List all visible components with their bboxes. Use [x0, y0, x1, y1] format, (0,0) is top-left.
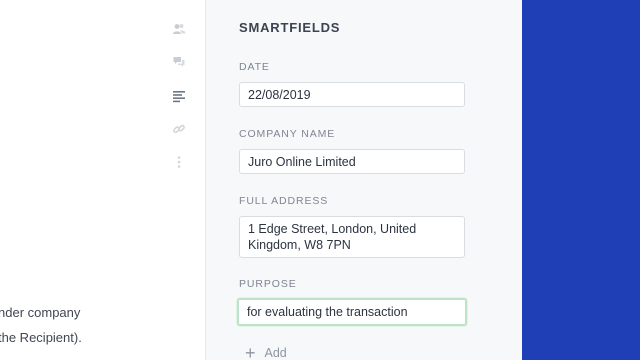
- users-icon[interactable]: [167, 17, 191, 41]
- more-vertical-icon[interactable]: [167, 150, 191, 174]
- add-field-button[interactable]: + Add: [245, 344, 287, 360]
- background-panel: [522, 0, 640, 360]
- document-pane: nder company the Recipient).: [0, 0, 153, 360]
- full-address-field[interactable]: 1 Edge Street, London, United Kingdom, W…: [239, 216, 465, 258]
- align-left-icon[interactable]: [167, 84, 191, 108]
- date-label: DATE: [239, 61, 270, 73]
- plus-icon: +: [245, 343, 256, 360]
- company-name-field[interactable]: [239, 149, 465, 174]
- company-name-label: COMPANY NAME: [239, 128, 336, 140]
- panel-title: SMARTFIELDS: [239, 20, 341, 35]
- document-text-line: the Recipient).: [0, 330, 82, 345]
- purpose-field[interactable]: [237, 298, 467, 326]
- chat-icon[interactable]: [167, 50, 191, 74]
- purpose-label: PURPOSE: [239, 278, 297, 290]
- side-toolbar: [153, 0, 206, 360]
- full-address-label: FULL ADDRESS: [239, 195, 329, 207]
- date-field[interactable]: [239, 82, 465, 107]
- document-text-line: nder company: [0, 305, 81, 320]
- add-label: Add: [264, 346, 287, 360]
- smartfields-panel: SMARTFIELDS DATE COMPANY NAME FULL ADDRE…: [206, 0, 522, 360]
- link-icon[interactable]: [167, 117, 191, 141]
